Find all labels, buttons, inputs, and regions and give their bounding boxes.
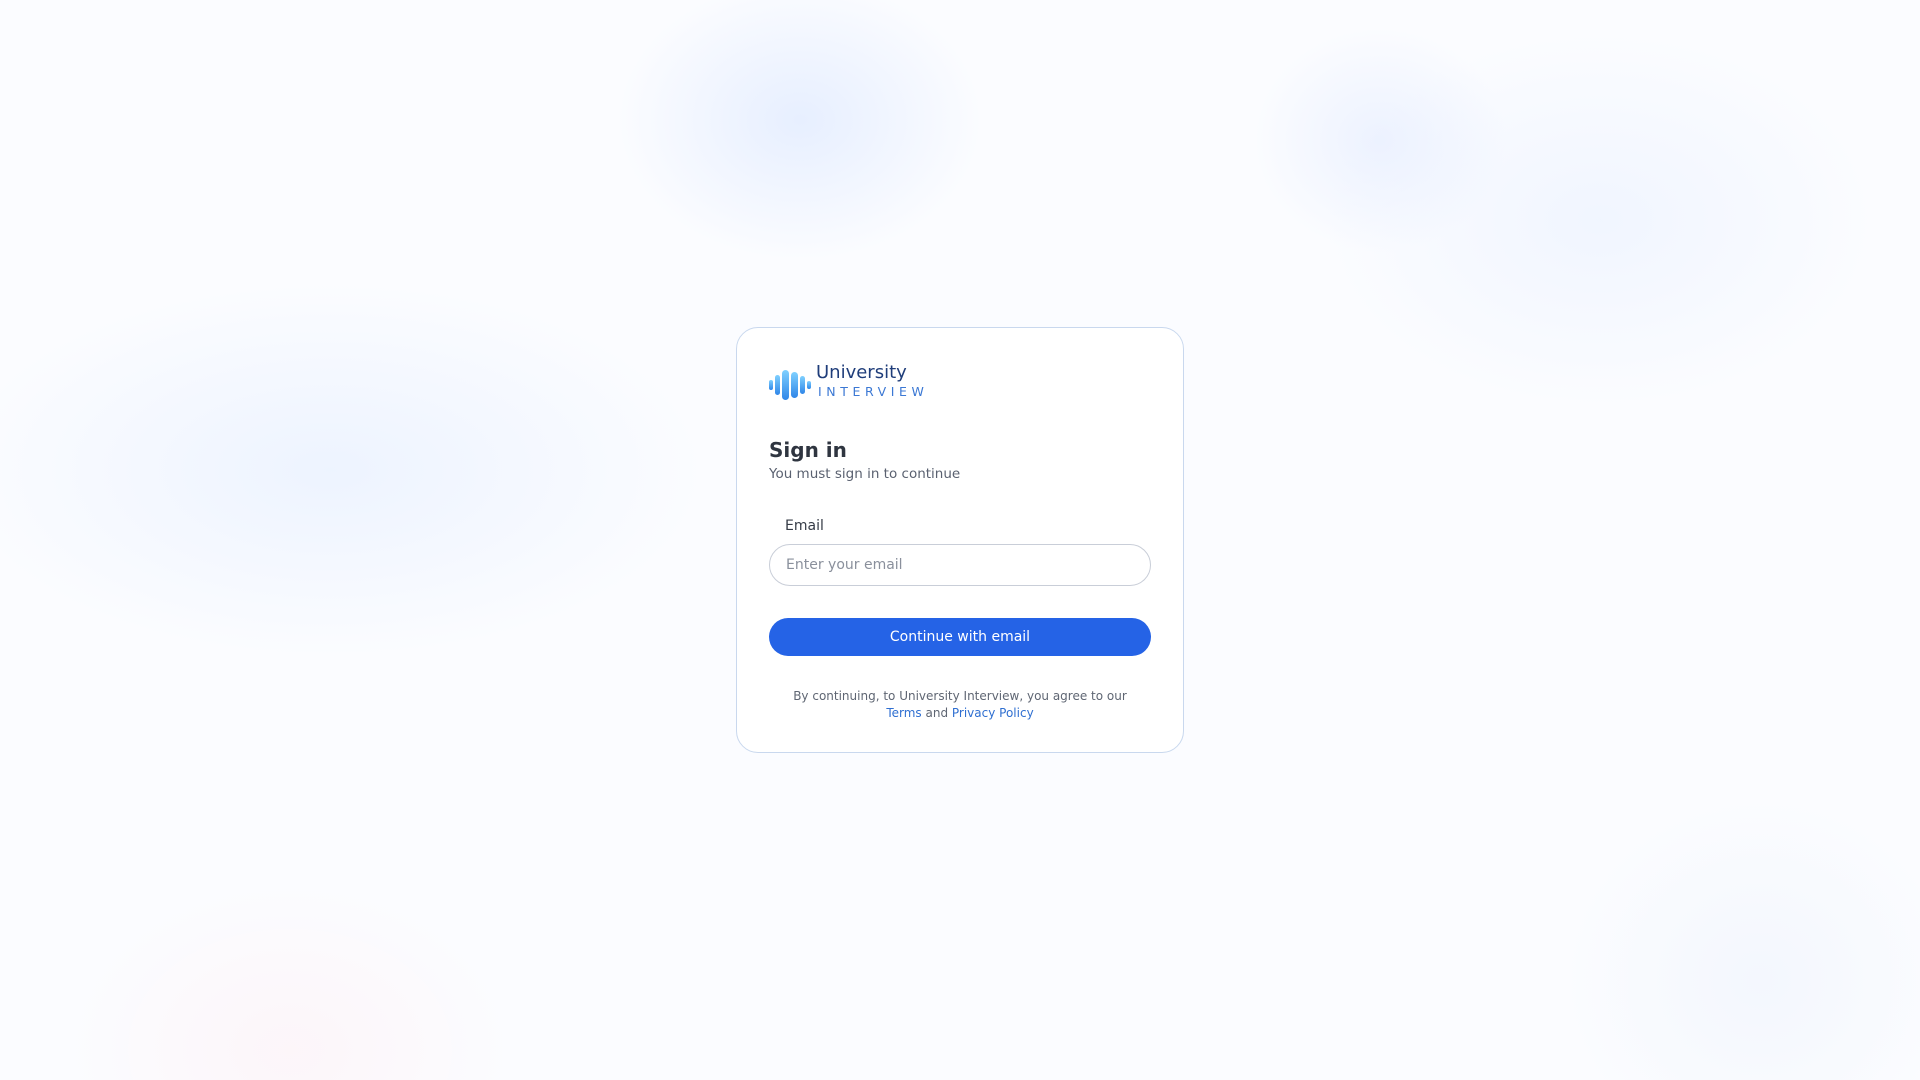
brand-tagline: INTERVIEW [818,384,929,399]
signin-card: University INTERVIEW Sign in You must si… [736,327,1184,753]
brand-wordmark: University INTERVIEW [816,364,928,399]
waveform-logo-icon [769,370,811,400]
brand-logo: University INTERVIEW [769,364,928,402]
legal-prefix: By continuing, to University Interview, … [793,689,1127,703]
brand-name: University [816,362,907,383]
terms-link[interactable]: Terms [886,706,921,720]
page-subtitle: You must sign in to continue [769,466,961,482]
legal-conjunction: and [925,706,949,720]
email-label: Email [785,518,824,534]
continue-with-email-button[interactable]: Continue with email [769,618,1151,656]
email-field[interactable] [769,544,1151,586]
privacy-policy-link[interactable]: Privacy Policy [952,706,1034,720]
page-title: Sign in [769,438,847,462]
legal-notice: By continuing, to University Interview, … [769,688,1151,722]
